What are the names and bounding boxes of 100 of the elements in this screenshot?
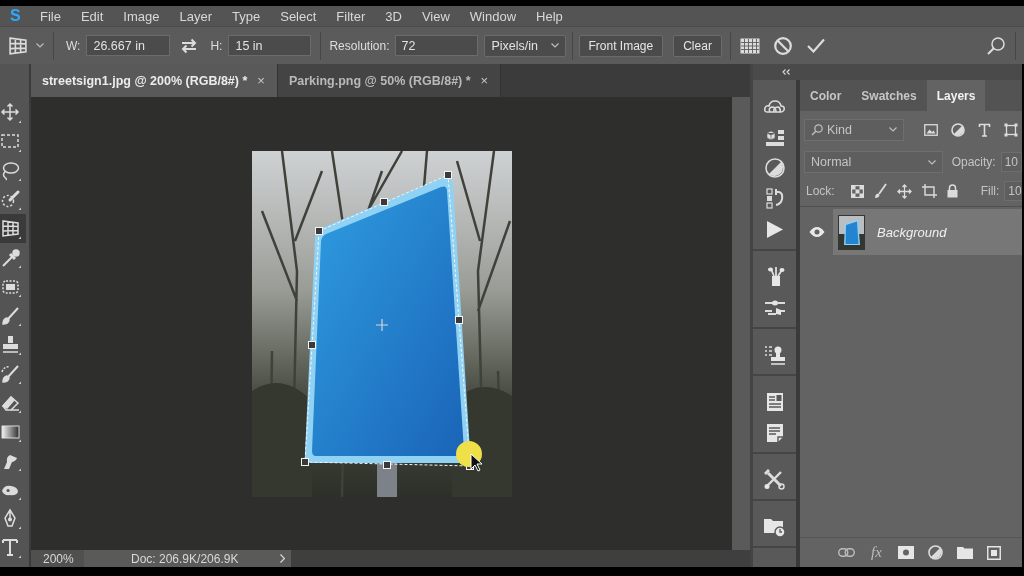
crop-handle[interactable]: [314, 226, 323, 235]
crosshair-icon: [374, 317, 389, 332]
crossed-tools-icon[interactable]: [764, 469, 785, 490]
panel-tab[interactable]: Color: [800, 80, 852, 111]
new-layer-icon[interactable]: [986, 545, 1001, 560]
scrollbar-track[interactable]: [732, 97, 750, 550]
caret-icon: [889, 127, 897, 132]
menu-item[interactable]: Type: [222, 8, 271, 24]
option-button[interactable]: Front Image: [578, 34, 664, 57]
cursor-icon: [470, 453, 482, 471]
menu-item[interactable]: File: [30, 8, 71, 24]
unit-dropdown[interactable]: Pixels/in: [483, 34, 566, 57]
swap-icon: [180, 37, 199, 54]
commit-button[interactable]: [806, 38, 825, 53]
option-button[interactable]: Clear: [673, 34, 722, 57]
panel-tab[interactable]: Swatches: [851, 80, 927, 111]
menu-item[interactable]: 3D: [375, 8, 412, 24]
crop-icon[interactable]: [921, 184, 937, 198]
caret-icon: [927, 159, 936, 165]
mask-icon[interactable]: [897, 546, 914, 559]
menu-item[interactable]: Help: [526, 8, 573, 24]
quick-selection-icon: [0, 188, 22, 211]
cube-icon[interactable]: [764, 127, 785, 146]
crop-handle[interactable]: [454, 315, 463, 324]
stamp-icon: [0, 333, 22, 356]
resolution-field[interactable]: 72: [394, 35, 478, 56]
layer-thumbnail: [838, 214, 865, 250]
search-icon: [987, 36, 1005, 55]
height-label: H:: [210, 38, 223, 53]
note-icon[interactable]: [765, 422, 784, 443]
caret-icon: [550, 43, 559, 48]
sliders-icon[interactable]: [763, 298, 786, 317]
fill-label: Fill:: [980, 184, 1000, 198]
menu-item[interactable]: Filter: [326, 8, 376, 24]
menu-item[interactable]: Select: [270, 8, 327, 24]
filter-dropdown[interactable]: Kind: [804, 118, 904, 141]
menu-item[interactable]: Image: [113, 8, 170, 24]
brush-icon[interactable]: [873, 183, 887, 199]
width-label: W:: [66, 38, 81, 53]
document-tab[interactable]: streetsign1.jpg @ 200% (RGB/8#) * ×: [31, 64, 278, 97]
move-icon: [0, 101, 22, 124]
crop-handle[interactable]: [307, 340, 316, 349]
document-icon[interactable]: [765, 391, 784, 412]
opacity-label: Opacity:: [951, 155, 996, 169]
type-icon[interactable]: [978, 122, 991, 137]
check-icon: [806, 38, 825, 53]
search-icon: [811, 123, 823, 136]
cancel-icon: [773, 36, 792, 55]
menu-item[interactable]: Layer: [169, 8, 223, 24]
layer-style-button[interactable]: fx: [869, 544, 884, 561]
move-icon[interactable]: [896, 183, 912, 199]
panel-tab[interactable]: Layers: [926, 80, 986, 111]
swap-button[interactable]: [180, 37, 199, 54]
play-icon[interactable]: [765, 220, 784, 239]
grid-icon: [739, 37, 760, 54]
width-field[interactable]: 26.667 in: [86, 35, 171, 56]
crop-handle[interactable]: [300, 457, 309, 466]
close-tab-button[interactable]: ×: [480, 73, 489, 88]
layer-name: Background: [877, 224, 947, 240]
type-icon: [0, 536, 22, 559]
document-size-text: Doc: 206.9K/206.9K: [131, 551, 239, 566]
crop-grid-icon: [8, 35, 28, 56]
grid-button[interactable]: [739, 37, 760, 54]
stamp-list-icon[interactable]: [763, 344, 786, 365]
tool-button[interactable]: [0, 214, 26, 243]
zoom-field[interactable]: 200%: [31, 550, 84, 567]
resolution-label: Resolution:: [329, 38, 390, 53]
half-circle-icon[interactable]: [951, 122, 965, 137]
cancel-button[interactable]: [773, 36, 792, 55]
double-chevron-left-icon: [782, 69, 790, 75]
image-icon[interactable]: [924, 123, 938, 136]
checker-icon[interactable]: [850, 184, 864, 198]
lasso-icon: [0, 159, 22, 182]
tool-preset-picker[interactable]: [8, 35, 44, 56]
lock-icon[interactable]: [946, 184, 958, 198]
menu-item[interactable]: Edit: [70, 8, 114, 24]
search-button[interactable]: [987, 36, 1005, 55]
link-icon[interactable]: [838, 548, 855, 557]
app-logo: S: [9, 7, 22, 25]
document-tab[interactable]: Parking.png @ 50% (RGB/8#) * ×: [277, 64, 502, 97]
opacity-field[interactable]: 10: [1000, 152, 1022, 172]
chevron-right-icon: [280, 554, 285, 563]
crop-handle[interactable]: [379, 197, 388, 206]
menu-item[interactable]: Window: [459, 8, 527, 24]
lock-label: Lock:: [806, 184, 835, 198]
fill-field[interactable]: 10: [1004, 181, 1022, 201]
half-circle-icon[interactable]: [927, 545, 943, 560]
blend-mode-dropdown[interactable]: Normal: [804, 151, 943, 173]
history-icon[interactable]: [765, 188, 784, 209]
collapse-button[interactable]: [782, 69, 790, 75]
crop-handle[interactable]: [382, 460, 391, 469]
layer-row[interactable]: Background: [833, 209, 1022, 255]
height-field[interactable]: 15 in: [228, 35, 312, 56]
menu-item[interactable]: View: [411, 8, 460, 24]
folder-icon[interactable]: [956, 546, 973, 559]
half-circle-icon[interactable]: [764, 157, 785, 178]
status-menu-button[interactable]: [280, 554, 285, 563]
crop-handle[interactable]: [443, 170, 452, 179]
shape-icon[interactable]: [1004, 122, 1018, 137]
close-tab-button[interactable]: ×: [257, 73, 265, 88]
